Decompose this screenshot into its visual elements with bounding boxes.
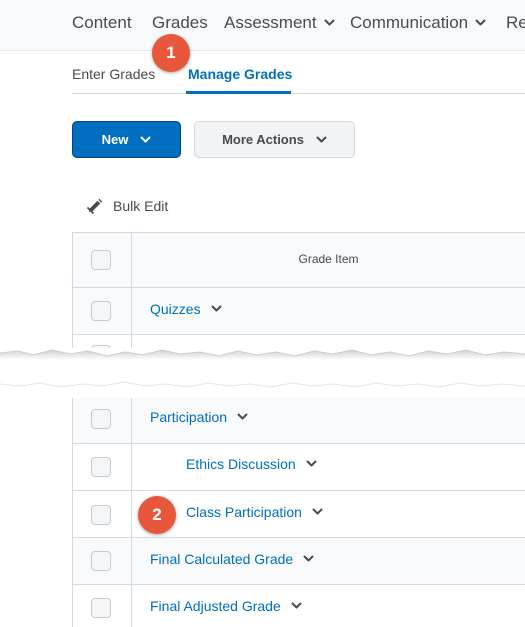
column-divider	[131, 232, 132, 627]
nav-item-communication[interactable]: Communication	[350, 13, 486, 33]
chevron-down-icon	[316, 136, 327, 144]
grade-item-label: Final Calculated Grade	[150, 551, 294, 567]
tab-enter-grades[interactable]: Enter Grades	[72, 66, 155, 82]
chevron-down-icon[interactable]	[306, 460, 317, 468]
grade-items-table	[72, 232, 525, 627]
grade-item-class-participation[interactable]: Class Participation	[186, 504, 323, 520]
active-tab-indicator	[186, 91, 291, 94]
chevron-down-icon	[475, 19, 486, 27]
row-divider	[72, 490, 525, 491]
top-navigation: Content Grades Assessment Communication …	[0, 0, 525, 51]
grade-item-quizzes[interactable]: Quizzes	[150, 301, 222, 317]
chevron-down-icon[interactable]	[303, 555, 314, 563]
chevron-down-icon[interactable]	[237, 413, 248, 421]
pencil-icon	[86, 197, 104, 215]
row-divider	[72, 443, 525, 444]
grade-item-final-calculated-grade[interactable]: Final Calculated Grade	[150, 551, 314, 567]
row-checkbox[interactable]	[91, 301, 111, 321]
row-checkbox[interactable]	[91, 598, 111, 618]
row-divider	[72, 537, 525, 538]
nav-item-label: Re	[506, 13, 525, 32]
grade-item-label: Final Adjusted Grade	[150, 598, 281, 614]
nav-item-label: Communication	[350, 13, 469, 32]
nav-item-label: Assessment	[224, 13, 317, 32]
nav-item-label: Grades	[152, 13, 208, 32]
new-button-label: New	[101, 132, 129, 147]
grade-item-label: Ethics Discussion	[186, 456, 296, 472]
row-divider	[72, 287, 525, 288]
select-all-checkbox[interactable]	[91, 250, 111, 270]
grade-item-label: Class Participation	[186, 504, 302, 520]
nav-item-grades[interactable]: Grades	[152, 13, 208, 33]
new-button[interactable]: New	[72, 121, 181, 158]
torn-edge-divider	[0, 334, 525, 398]
grade-item-ethics-discussion[interactable]: Ethics Discussion	[186, 456, 317, 472]
row-checkbox[interactable]	[91, 505, 111, 525]
grade-item-label: Participation	[150, 409, 228, 425]
subnav-divider	[72, 93, 525, 94]
chevron-down-icon	[140, 136, 151, 144]
chevron-down-icon[interactable]	[312, 508, 323, 516]
callout-badge: 2	[138, 496, 176, 534]
more-actions-label: More Actions	[222, 132, 304, 147]
bulk-edit-button[interactable]: Bulk Edit	[86, 197, 168, 215]
chevron-down-icon	[324, 19, 335, 27]
grade-item-column-header: Grade Item	[298, 252, 359, 266]
callout-badge: 1	[152, 34, 190, 72]
tab-manage-grades[interactable]: Manage Grades	[188, 66, 292, 82]
row-checkbox[interactable]	[91, 409, 111, 429]
row-checkbox[interactable]	[91, 551, 111, 571]
chevron-down-icon[interactable]	[291, 602, 302, 610]
nav-item-resources[interactable]: Re	[506, 13, 525, 33]
grade-item-final-adjusted-grade[interactable]: Final Adjusted Grade	[150, 598, 302, 614]
row-divider	[72, 584, 525, 585]
grade-item-label: Quizzes	[150, 301, 201, 317]
row-checkbox[interactable]	[91, 457, 111, 477]
nav-item-assessment[interactable]: Assessment	[224, 13, 335, 33]
nav-item-label: Content	[72, 13, 132, 32]
bulk-edit-label: Bulk Edit	[113, 198, 169, 214]
chevron-down-icon[interactable]	[211, 305, 222, 313]
tab-label: Enter Grades	[72, 66, 156, 82]
tab-label: Manage Grades	[188, 66, 293, 82]
grade-item-participation[interactable]: Participation	[150, 409, 248, 425]
more-actions-button[interactable]: More Actions	[194, 121, 355, 158]
nav-item-content[interactable]: Content	[72, 13, 132, 33]
